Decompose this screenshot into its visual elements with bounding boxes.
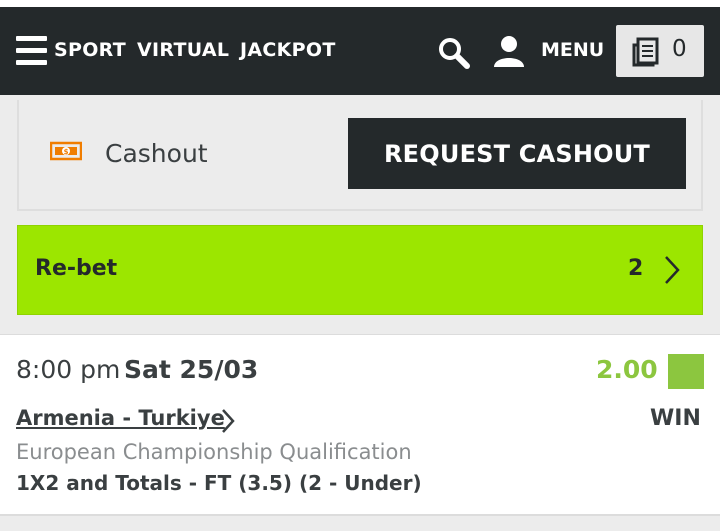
cashout-icon: $ bbox=[50, 141, 82, 161]
cashout-label: Cashout bbox=[105, 139, 208, 168]
betslip-button[interactable]: 0 bbox=[616, 25, 704, 77]
chevron-right-icon bbox=[665, 256, 680, 284]
nav-virtual[interactable]: VIRTUAL bbox=[137, 39, 229, 61]
top-strip bbox=[0, 0, 720, 7]
betslip-count: 0 bbox=[672, 36, 687, 62]
competition-name: European Championship Qualification bbox=[16, 440, 412, 464]
rebet-bar[interactable]: Re-bet 2 bbox=[17, 225, 703, 315]
betslip-icon bbox=[632, 37, 659, 67]
chevron-right-icon[interactable] bbox=[220, 407, 236, 435]
request-cashout-button[interactable]: REQUEST CASHOUT bbox=[348, 118, 686, 189]
hamburger-icon[interactable] bbox=[16, 36, 47, 66]
win-status-indicator bbox=[668, 354, 704, 389]
bet-result: WIN bbox=[650, 406, 701, 431]
user-icon[interactable] bbox=[491, 33, 527, 69]
rebet-label: Re-bet bbox=[35, 256, 118, 281]
rebet-count: 2 bbox=[628, 256, 644, 281]
top-navbar: SPORT VIRTUAL JACKPOT MENU 0 bbox=[0, 7, 720, 95]
menu-button[interactable]: MENU bbox=[541, 39, 604, 61]
bet-detail-card: 8:00 pm Sat 25/03 2.00 Armenia - Turkiye… bbox=[0, 334, 720, 516]
nav-jackpot[interactable]: JACKPOT bbox=[240, 39, 336, 61]
bottom-strip bbox=[0, 516, 720, 531]
bet-market: 1X2 and Totals - FT (3.5) (2 - Under) bbox=[16, 471, 422, 495]
search-icon[interactable] bbox=[437, 36, 471, 70]
event-time: 8:00 pm bbox=[16, 355, 121, 384]
match-link[interactable]: Armenia - Turkiye bbox=[16, 406, 225, 430]
svg-text:$: $ bbox=[64, 148, 69, 156]
event-date: Sat 25/03 bbox=[124, 355, 259, 384]
bet-odds: 2.00 bbox=[596, 355, 658, 384]
nav-sport[interactable]: SPORT bbox=[54, 39, 126, 61]
